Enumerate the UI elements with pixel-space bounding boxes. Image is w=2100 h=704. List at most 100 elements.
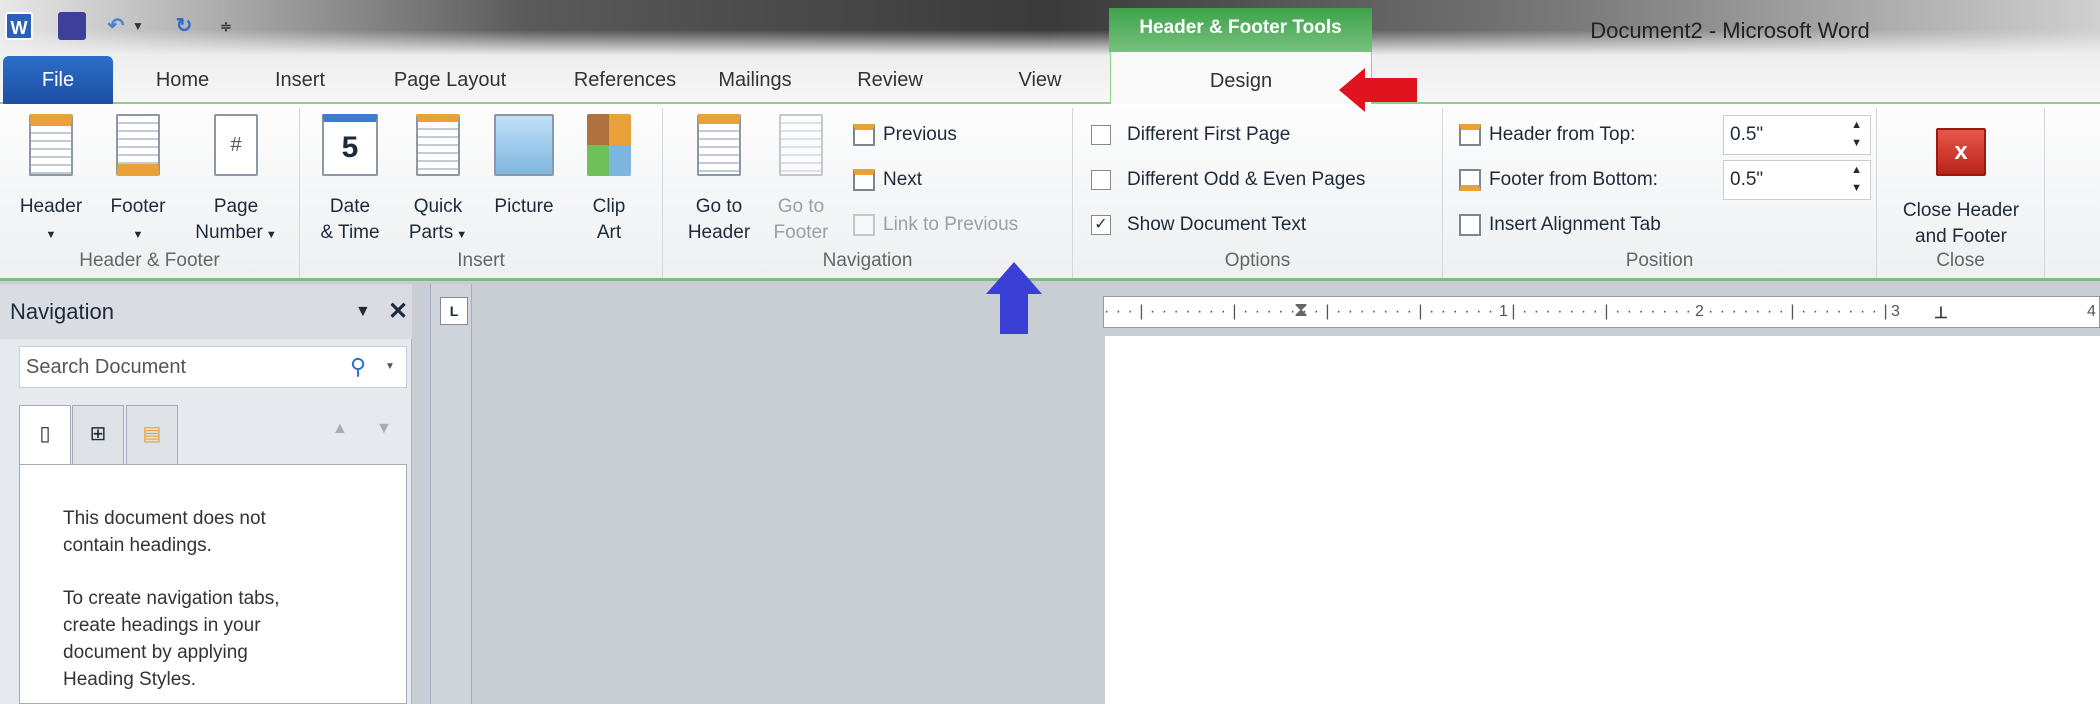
redo-icon[interactable]: ↻ — [170, 12, 198, 40]
link-to-previous-label: Link to Previous — [883, 214, 1019, 235]
date-time-button[interactable]: 5 Date & Time — [305, 114, 395, 246]
different-odd-even-checkbox[interactable]: Different Odd & Even Pages — [1091, 165, 1365, 195]
header-label: Header — [19, 196, 83, 217]
message-line: Heading Styles. — [63, 669, 197, 690]
header-from-top-spinner[interactable]: 0.5" ▲ ▼ — [1723, 115, 1871, 155]
tab-insert[interactable]: Insert — [255, 56, 345, 104]
header-from-top-label: Header from Top: — [1459, 120, 1635, 150]
footer-from-bottom-value: 0.5" — [1730, 169, 1764, 190]
search-dropdown-icon[interactable]: ▼ — [385, 347, 395, 387]
previous-label: Previous — [883, 124, 957, 145]
tab-page-layout[interactable]: Page Layout — [380, 56, 520, 104]
ribbon-tabs: File Home Insert Page Layout References … — [0, 50, 2100, 106]
date-label-1: Date — [329, 196, 371, 217]
tab-stop-icon[interactable]: ⊥ — [1934, 299, 1949, 327]
undo-dropdown-icon[interactable]: ▼ — [130, 12, 146, 40]
next-button[interactable]: Next — [853, 165, 922, 195]
pane-options-icon[interactable]: ▼ — [355, 284, 371, 339]
group-insert: 5 Date & Time Quick Parts ▼ Picture Clip Art… — [300, 108, 663, 278]
footer-from-bottom-text: Footer from Bottom: — [1489, 169, 1658, 190]
tab-references[interactable]: References — [560, 56, 690, 104]
next-heading-icon[interactable]: ▼ — [376, 420, 392, 438]
insert-alignment-tab-label: Insert Alignment Tab — [1489, 214, 1661, 235]
window-title: Document2 - Microsoft Word — [1590, 18, 1870, 43]
close-header-footer-button[interactable]: x Close Header and Footer — [1877, 114, 2045, 250]
vertical-ruler[interactable] — [430, 284, 472, 704]
clip-art-label-2: Art — [596, 222, 622, 243]
close-label-2: and Footer — [1915, 226, 2007, 247]
previous-icon — [853, 123, 875, 146]
go-to-header-button[interactable]: Go to Header — [674, 114, 764, 246]
header-from-top-text: Header from Top: — [1489, 124, 1636, 145]
different-first-page-label: Different First Page — [1127, 124, 1291, 145]
ruler-label: 3 — [1888, 297, 1904, 327]
tab-browse-results[interactable]: ▤ — [126, 405, 178, 465]
go-to-header-icon — [697, 114, 741, 176]
checkbox[interactable] — [1091, 169, 1111, 190]
red-arrow-annotation — [1339, 68, 1417, 112]
close-pane-icon[interactable]: ✕ — [388, 284, 408, 339]
tab-design[interactable]: Design — [1110, 50, 1372, 106]
show-document-text-checkbox[interactable]: ✓ Show Document Text — [1091, 210, 1306, 240]
footer-button[interactable]: Footer ▼ — [93, 114, 183, 248]
previous-heading-icon[interactable]: ▲ — [332, 420, 348, 438]
tab-review[interactable]: Review — [840, 56, 940, 104]
close-icon: x — [1936, 128, 1986, 176]
undo-icon[interactable]: ↶ — [102, 12, 130, 40]
tab-selector-button[interactable]: L — [440, 297, 468, 325]
page-number-button[interactable]: # Page Number ▼ — [186, 114, 286, 248]
go-to-footer-label-1: Go to — [777, 196, 825, 217]
footer-label: Footer — [110, 196, 166, 217]
next-icon — [853, 168, 875, 191]
footer-from-bottom-label: Footer from Bottom: — [1459, 165, 1658, 195]
link-to-previous-button[interactable]: Link to Previous — [853, 210, 1018, 240]
message-line: This document does not — [63, 508, 266, 529]
group-close: x Close Header and Footer Close — [1877, 108, 2045, 278]
next-label: Next — [883, 169, 923, 190]
spinner-arrows-icon[interactable]: ▲ ▼ — [1851, 116, 1862, 152]
quick-parts-button[interactable]: Quick Parts ▼ — [393, 114, 483, 248]
go-to-footer-button[interactable]: Go to Footer — [756, 114, 846, 246]
header-icon — [29, 114, 73, 176]
customize-qat-icon[interactable]: ≑ — [218, 12, 234, 40]
show-document-text-label: Show Document Text — [1127, 214, 1307, 235]
insert-alignment-tab-button[interactable]: Insert Alignment Tab — [1459, 210, 1661, 240]
search-document-input[interactable]: Search Document ⚲ ▼ — [19, 346, 407, 388]
ruler-label: 2 — [1692, 297, 1708, 327]
picture-button[interactable]: Picture — [479, 114, 569, 220]
horizontal-ruler[interactable]: · · · | · · · · · · · | · · · · · · · | … — [1103, 296, 2100, 328]
group-navigation: Go to Header Go to Footer Previous Next Li… — [663, 108, 1073, 278]
navigation-content: This document does not contain headings.… — [19, 464, 407, 704]
contextual-tab-group: Header & Footer Tools — [1109, 8, 1372, 52]
tab-browse-pages[interactable]: ⊞ — [72, 405, 124, 465]
search-placeholder: Search Document — [26, 356, 187, 378]
blue-arrow-annotation — [986, 262, 1042, 334]
indent-marker-icon[interactable]: ⧗ — [1294, 297, 1309, 325]
group-position: Header from Top: 0.5" ▲ ▼ Footer from Bott… — [1443, 108, 1877, 278]
link-icon — [853, 213, 875, 236]
footer-icon — [116, 114, 160, 176]
clip-art-label-1: Clip — [592, 196, 626, 217]
spinner-arrows-icon[interactable]: ▲ ▼ — [1851, 161, 1862, 197]
footer-from-bottom-spinner[interactable]: 0.5" ▲ ▼ — [1723, 160, 1871, 200]
word-icon: W — [5, 12, 33, 40]
document-page[interactable] — [1105, 336, 2100, 704]
date-label-2: & Time — [320, 222, 380, 243]
checkmark-icon[interactable]: ✓ — [1091, 214, 1111, 235]
different-first-page-checkbox[interactable]: Different First Page — [1091, 120, 1290, 150]
checkbox[interactable] — [1091, 124, 1111, 145]
header-button[interactable]: Header ▼ — [6, 114, 96, 248]
group-label: Header & Footer — [79, 250, 220, 271]
search-icon[interactable]: ⚲ — [350, 347, 366, 387]
tab-file[interactable]: File — [3, 56, 113, 104]
group-options: Different First Page Different Odd & Eve… — [1073, 108, 1443, 278]
previous-button[interactable]: Previous — [853, 120, 957, 150]
ruler-label: 1 — [1496, 297, 1512, 327]
tab-home[interactable]: Home — [140, 56, 225, 104]
tab-view[interactable]: View — [1000, 56, 1080, 104]
go-to-footer-label-2: Footer — [773, 222, 829, 243]
clip-art-button[interactable]: Clip Art — [564, 114, 654, 246]
save-icon[interactable] — [58, 12, 86, 40]
tab-browse-headings[interactable]: ▯ — [19, 405, 71, 467]
tab-mailings[interactable]: Mailings — [700, 56, 810, 104]
